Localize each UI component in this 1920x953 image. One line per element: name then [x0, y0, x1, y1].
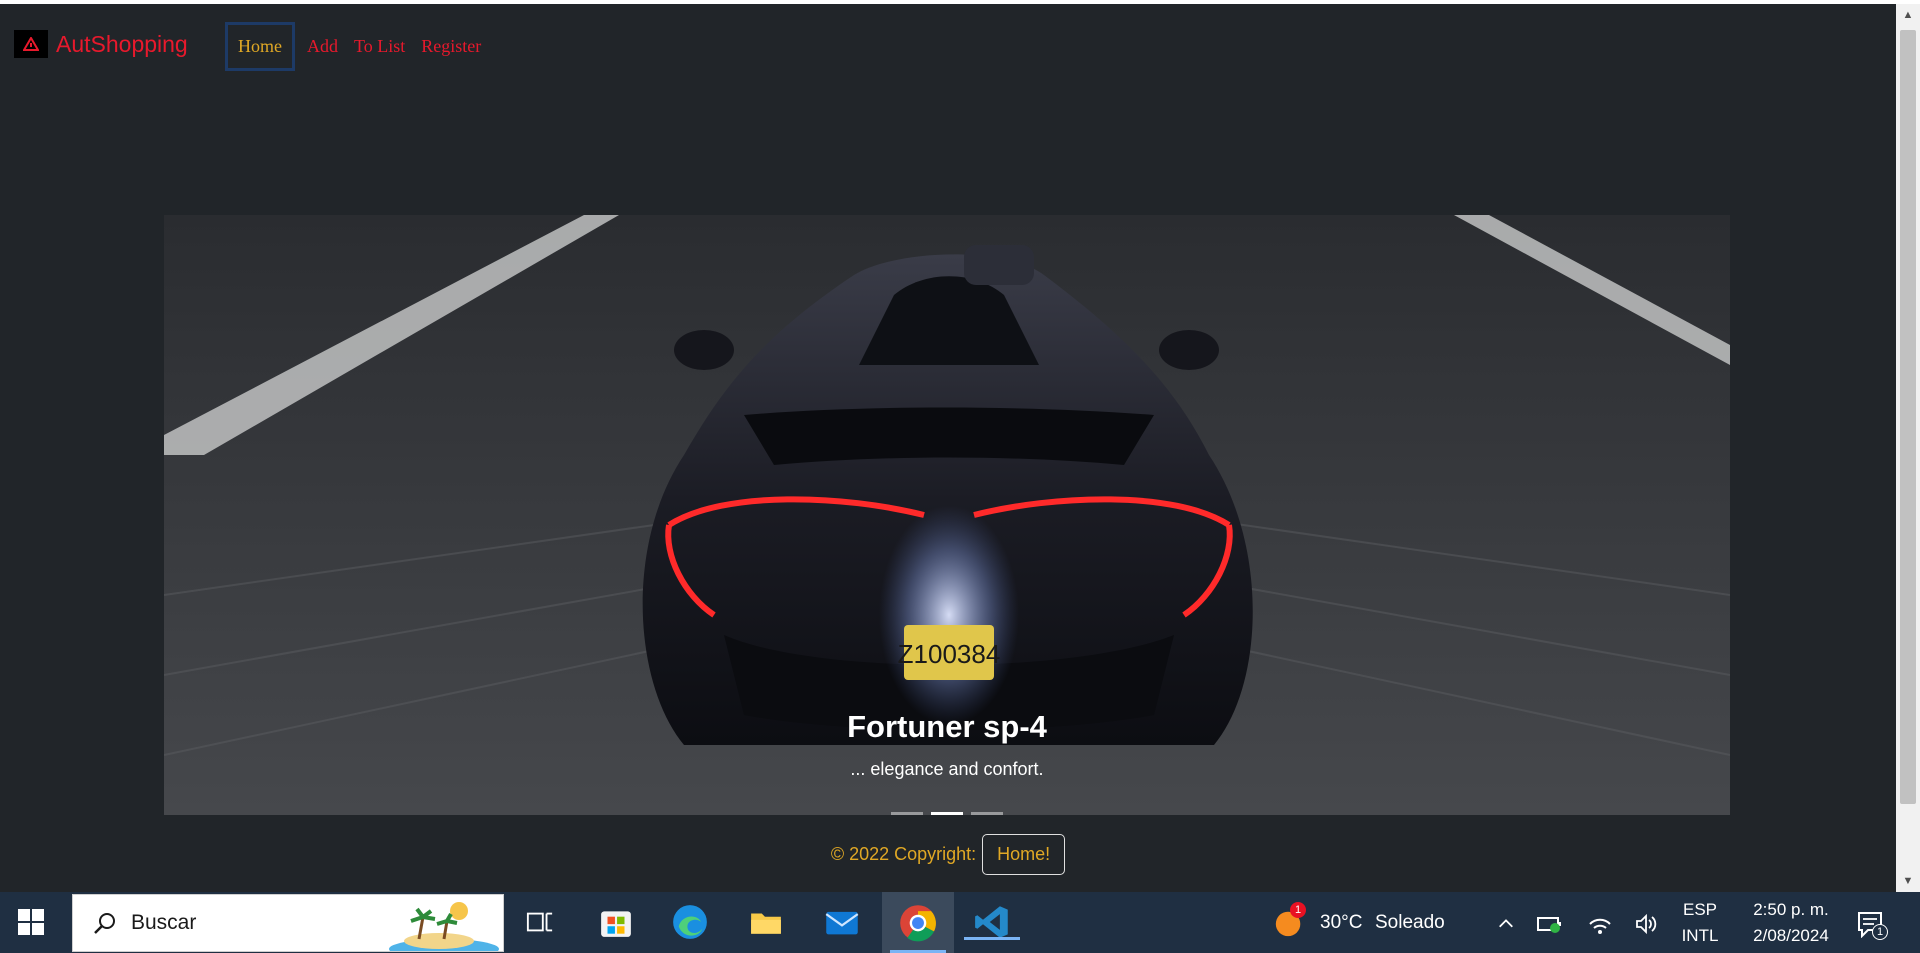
nav-add[interactable]: Add [299, 26, 346, 67]
hero-carousel[interactable]: Z100384 Fortuner sp-4 ... elegance and c… [164, 215, 1730, 815]
task-view-icon[interactable] [522, 904, 558, 940]
volume-icon[interactable] [1628, 906, 1664, 942]
search-icon [94, 913, 115, 934]
brand-logo-icon [14, 30, 48, 58]
vertical-scrollbar[interactable]: ▲ ▼ [1896, 4, 1920, 892]
brand-link[interactable]: AutShopping [14, 30, 188, 58]
scroll-up-icon[interactable]: ▲ [1901, 8, 1915, 22]
show-hidden-icons-chevron-up-icon[interactable] [1488, 906, 1524, 942]
keyboard-layout[interactable]: INTL [1680, 926, 1720, 946]
footer: © 2022 Copyright: Home! [0, 834, 1896, 875]
weather-condition[interactable]: Soleado [1375, 912, 1445, 934]
scrollbar-thumb[interactable] [1900, 30, 1916, 804]
clock-time[interactable]: 2:50 p. m. [1736, 900, 1846, 920]
carousel-caption-text: ... elegance and confort. [850, 759, 1044, 779]
clock-date[interactable]: 2/08/2024 [1736, 926, 1846, 946]
nav-links: Home Add To List Register [225, 22, 489, 71]
footer-home-button[interactable]: Home! [982, 834, 1066, 875]
scroll-down-icon[interactable]: ▼ [1901, 874, 1915, 888]
carousel-indicator-2[interactable] [931, 812, 963, 815]
island-illustration-icon [389, 902, 499, 951]
nav-register[interactable]: Register [413, 26, 489, 67]
browser-viewport: AutShopping Home Add To List Register Z1… [0, 4, 1896, 892]
plate-text: Z100384 [898, 639, 1001, 669]
windows-start-icon[interactable] [18, 909, 44, 935]
carousel-indicators [164, 812, 1730, 815]
battery-icon[interactable] [1532, 906, 1568, 942]
weather-temperature[interactable]: 30°C [1320, 912, 1362, 934]
chrome-browser-icon[interactable] [882, 892, 954, 953]
carousel-indicator-3[interactable] [971, 812, 1003, 815]
taskbar: Buscar 1 30°C Soleado ESP INTL 2:50 p. m… [0, 892, 1920, 953]
taskbar-search-box[interactable]: Buscar [72, 894, 504, 952]
weather-badge: 1 [1290, 902, 1306, 918]
nav-to-list[interactable]: To List [346, 26, 413, 67]
microsoft-store-icon[interactable] [598, 904, 634, 940]
carousel-indicator-1[interactable] [891, 812, 923, 815]
footer-copyright: © 2022 Copyright: [830, 844, 977, 864]
nav-home[interactable]: Home [225, 22, 295, 71]
brand-name: AutShopping [56, 30, 188, 57]
navbar: AutShopping Home Add To List Register [0, 4, 1896, 86]
carousel-caption-title: Fortuner sp-4 [847, 709, 1047, 744]
mail-icon[interactable] [824, 904, 860, 940]
notification-count-badge: 1 [1872, 924, 1888, 940]
vscode-icon[interactable] [964, 904, 1020, 940]
language-code[interactable]: ESP [1680, 900, 1720, 920]
file-explorer-icon[interactable] [748, 904, 784, 940]
search-placeholder: Buscar [131, 911, 197, 934]
wifi-icon[interactable] [1582, 906, 1618, 942]
edge-browser-icon[interactable] [672, 904, 708, 940]
